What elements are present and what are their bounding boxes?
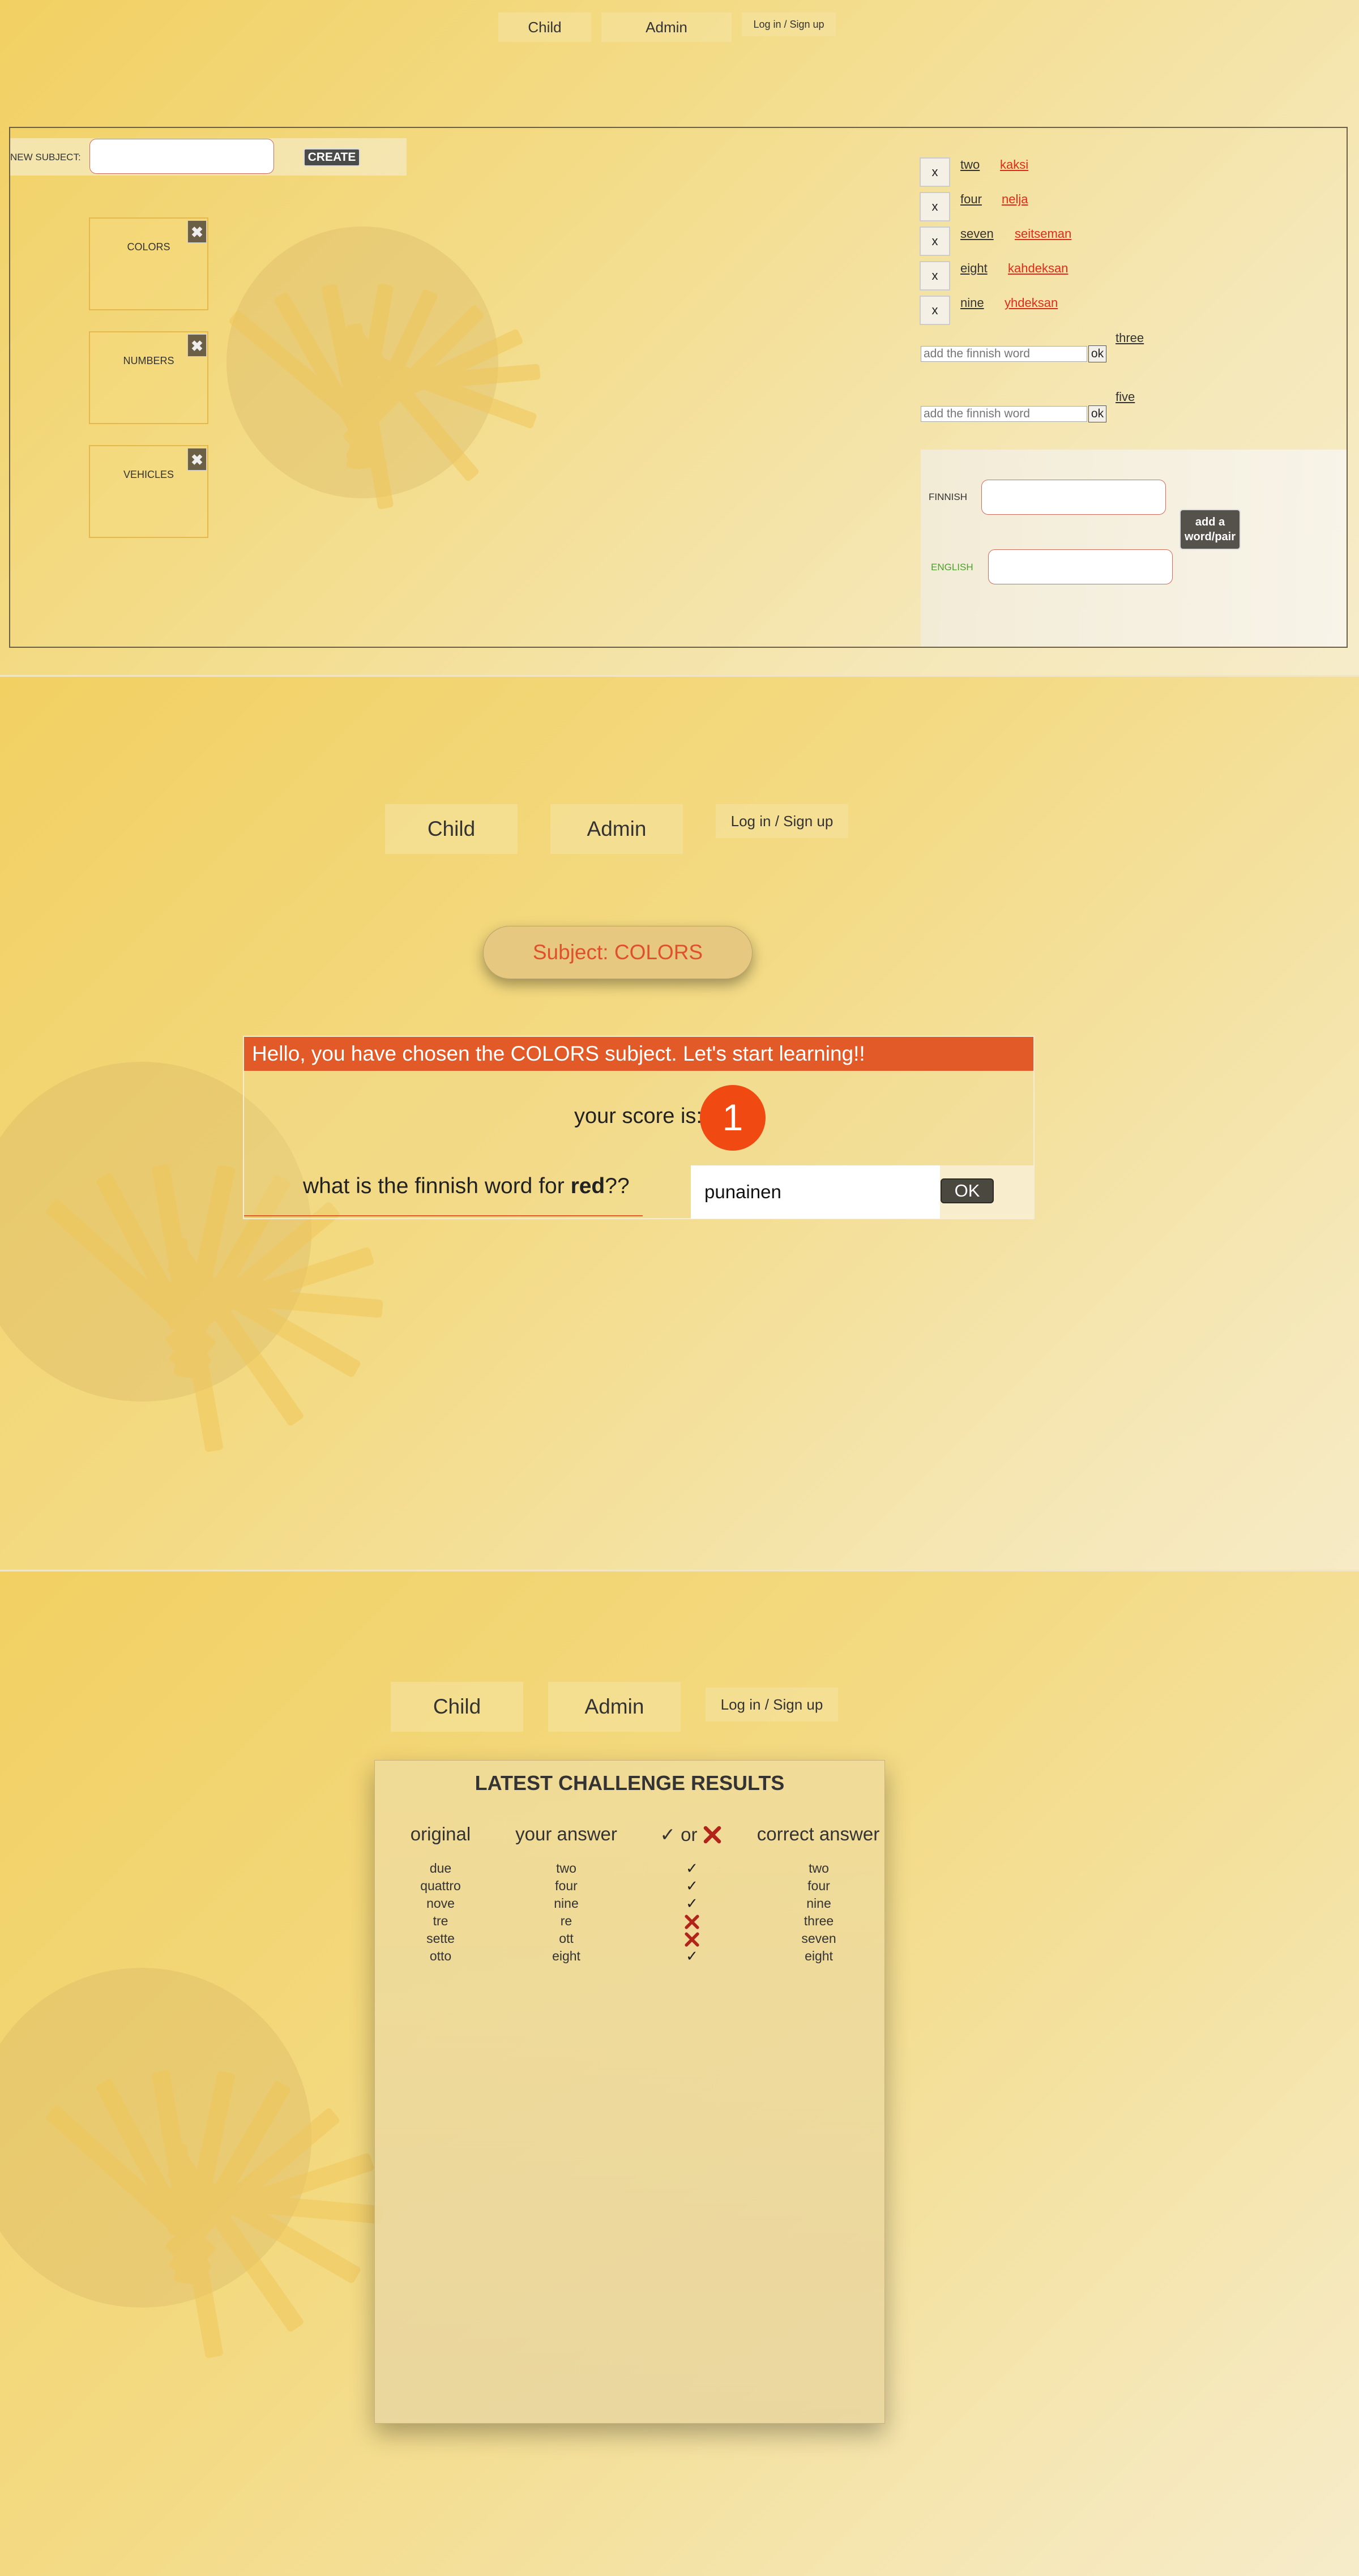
result-correct-answer: four <box>807 1878 830 1893</box>
subject-name: COLORS <box>127 241 170 253</box>
result-your-answer: ott <box>559 1931 574 1946</box>
subject-name: NUMBERS <box>123 355 174 366</box>
column-header-check: ✓ or <box>651 1823 730 1846</box>
result-original: due <box>429 1861 452 1876</box>
learning-greeting: Hello, you have chosen the COLORS subjec… <box>244 1037 1033 1071</box>
question-word: red <box>570 1174 605 1198</box>
pair-finnish-word[interactable]: seitseman <box>1015 227 1071 241</box>
result-original: quattro <box>420 1878 461 1893</box>
delete-subject-icon[interactable]: ✖ <box>187 334 207 357</box>
nav-tab-admin[interactable]: Admin <box>601 12 732 42</box>
english-word-input[interactable] <box>988 549 1173 584</box>
pair-finnish-word[interactable]: yhdeksan <box>1005 296 1058 310</box>
remove-pair-button[interactable]: x <box>920 227 950 256</box>
pair-english-word[interactable]: nine <box>960 296 984 310</box>
remove-pair-button[interactable]: x <box>920 296 950 325</box>
new-subject-label: NEW SUBJECT: <box>10 152 81 163</box>
question-text: what is the finnish word for red?? <box>303 1174 630 1199</box>
wrong-cross-icon <box>685 1915 699 1929</box>
pair-english-word[interactable]: seven <box>960 227 994 241</box>
pair-finnish-word[interactable]: nelja <box>1002 192 1028 207</box>
subject-pill: Subject: COLORS <box>483 926 753 979</box>
nav-login-link[interactable]: Log in / Sign up <box>706 1688 838 1721</box>
result-original: tre <box>433 1913 448 1928</box>
result-your-answer: re <box>560 1913 572 1928</box>
nav-tab-child[interactable]: Child <box>385 804 518 854</box>
result-correct-answer: two <box>809 1861 829 1876</box>
finnish-word-input[interactable] <box>981 480 1166 515</box>
nav-login-link[interactable]: Log in / Sign up <box>716 804 848 838</box>
check-or-label: or <box>681 1824 698 1845</box>
correct-check-icon: ✓ <box>686 1877 698 1894</box>
add-finnish-word-input[interactable] <box>921 406 1087 422</box>
add-finnish-ok-button[interactable]: ok <box>1088 345 1106 362</box>
add-pair-label-line2: word/pair <box>1184 531 1236 543</box>
score-label: your score is: <box>574 1104 702 1128</box>
new-subject-input[interactable] <box>89 139 274 174</box>
missing-english-word: five <box>1116 390 1135 404</box>
pair-english-word[interactable]: two <box>960 157 980 172</box>
pair-finnish-word[interactable]: kahdeksan <box>1008 261 1068 276</box>
check-icon: ✓ <box>660 1824 676 1845</box>
finnish-label: FINNISH <box>929 492 967 502</box>
pair-english-word[interactable]: four <box>960 192 982 207</box>
remove-pair-button[interactable]: x <box>920 261 950 291</box>
remove-pair-button[interactable]: x <box>920 192 950 221</box>
add-word-pair-button[interactable]: add a word/pair <box>1179 509 1241 550</box>
create-subject-button[interactable]: CREATE <box>304 148 360 166</box>
result-your-answer: two <box>556 1861 576 1876</box>
results-title: LATEST CHALLENGE RESULTS <box>475 1771 785 1795</box>
result-correct-answer: seven <box>801 1931 836 1946</box>
pair-finnish-word[interactable]: kaksi <box>1000 157 1028 172</box>
nav-tab-child[interactable]: Child <box>498 12 591 42</box>
delete-subject-icon[interactable]: ✖ <box>187 448 207 471</box>
wrong-cross-icon <box>685 1932 699 1947</box>
result-correct-answer: three <box>804 1913 834 1928</box>
score-badge: 1 <box>700 1085 766 1151</box>
nav-tab-admin[interactable]: Admin <box>548 1682 681 1732</box>
correct-check-icon: ✓ <box>686 1860 698 1877</box>
column-header-your-answer: your answer <box>515 1823 617 1844</box>
result-original: otto <box>429 1949 452 1963</box>
add-finnish-word-input[interactable] <box>921 346 1087 362</box>
add-pair-label-line1: add a <box>1195 516 1225 528</box>
result-original: nove <box>426 1896 455 1911</box>
question-prefix: what is the finnish word for <box>303 1174 571 1198</box>
result-correct-answer: nine <box>806 1896 831 1911</box>
result-your-answer: four <box>555 1878 578 1893</box>
nav-tab-admin[interactable]: Admin <box>550 804 683 854</box>
nav-tab-child[interactable]: Child <box>391 1682 523 1732</box>
result-your-answer: eight <box>552 1949 580 1963</box>
result-original: sette <box>426 1931 455 1946</box>
question-underline <box>244 1215 643 1216</box>
subject-name: VEHICLES <box>123 469 174 480</box>
column-header-correct-answer: correct answer <box>757 1823 880 1844</box>
cross-icon <box>703 1826 721 1844</box>
correct-check-icon: ✓ <box>686 1895 698 1912</box>
english-label: ENGLISH <box>931 562 973 573</box>
answer-ok-button[interactable]: OK <box>941 1178 994 1203</box>
column-header-original: original <box>410 1823 471 1844</box>
nav-login-link[interactable]: Log in / Sign up <box>742 12 836 36</box>
remove-pair-button[interactable]: x <box>920 157 950 187</box>
correct-check-icon: ✓ <box>686 1947 698 1964</box>
results-card <box>374 1760 885 2424</box>
result-your-answer: nine <box>554 1896 579 1911</box>
admin-panel: Child Admin Log in / Sign up NEW SUBJECT… <box>0 0 1359 677</box>
question-suffix: ?? <box>605 1174 630 1198</box>
result-correct-answer: eight <box>805 1949 833 1963</box>
answer-input[interactable] <box>691 1165 940 1219</box>
delete-subject-icon[interactable]: ✖ <box>187 220 207 243</box>
pair-english-word[interactable]: eight <box>960 261 988 276</box>
add-finnish-ok-button[interactable]: ok <box>1088 405 1106 422</box>
missing-english-word: three <box>1116 331 1144 345</box>
